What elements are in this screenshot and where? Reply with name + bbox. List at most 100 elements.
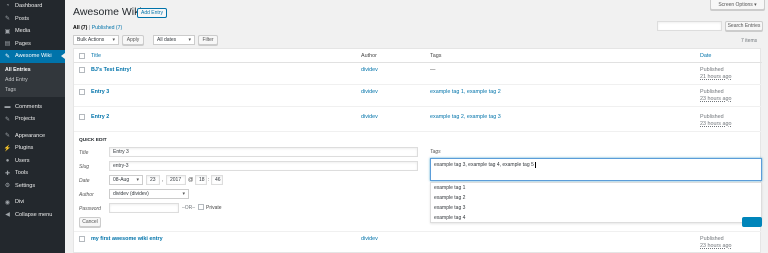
pin-icon: ✎: [4, 16, 11, 23]
sidebar-item-label: Dashboard: [15, 3, 43, 10]
row-checkbox[interactable]: [79, 236, 85, 242]
sidebar-item-dashboard[interactable]: ◔ Dashboard: [0, 0, 65, 13]
password-label: Password: [79, 206, 101, 212]
entry-author-link[interactable]: dividev: [361, 114, 378, 120]
add-entry-button[interactable]: Add Entry: [137, 8, 167, 18]
entry-title-link[interactable]: my first awesome wiki entry: [91, 236, 163, 242]
entries-table: Title Author Tags Date BJ's Test Entry! …: [73, 48, 762, 253]
minute-input[interactable]: 46: [211, 175, 223, 185]
screen-options-button[interactable]: Screen Options ▾: [710, 0, 765, 10]
sidebar-item-settings[interactable]: ⚙ Settings: [0, 180, 65, 193]
entry-title-link[interactable]: BJ's Test Entry!: [91, 67, 131, 73]
sidebar-item-label: Tools: [15, 170, 29, 177]
hour-input[interactable]: 18: [195, 175, 207, 185]
sidebar-item-label: Comments: [15, 103, 43, 110]
sidebar-item-plugins[interactable]: ⚡ Plugins: [0, 142, 65, 155]
apply-button[interactable]: Apply: [122, 35, 144, 45]
divi-icon: ◉: [4, 199, 11, 206]
status-filters: All (7) | Published (7): [73, 25, 122, 31]
day-input[interactable]: 23: [146, 175, 160, 185]
sidebar-item-pages[interactable]: ▤ Pages: [0, 38, 65, 51]
entry-title-link[interactable]: Entry 2: [91, 114, 109, 120]
sidebar-item-label: Settings: [15, 182, 36, 189]
entry-tags[interactable]: example tag 2, example tag 3: [430, 114, 501, 120]
sidebar-item-collapse-menu[interactable]: ◀ Collapse menu: [0, 209, 65, 222]
filter-published[interactable]: Published (7): [92, 25, 123, 31]
update-button[interactable]: [742, 217, 762, 227]
collapse-icon: ◀: [5, 212, 10, 219]
title-input[interactable]: Entry 3: [109, 147, 418, 157]
row-checkbox[interactable]: [79, 67, 85, 73]
plugins-icon: ⚡: [3, 145, 12, 152]
appearance-icon: ✎: [4, 133, 11, 140]
search-input[interactable]: [657, 21, 722, 31]
settings-icon: ⚙: [4, 183, 11, 190]
row-checkbox[interactable]: [79, 89, 85, 95]
bulk-actions-select[interactable]: Bulk Actions: [73, 35, 119, 45]
filter-button[interactable]: Filter: [198, 35, 218, 45]
private-label: Private: [206, 205, 222, 211]
submenu-tags[interactable]: Tags: [0, 85, 65, 95]
entry-tags[interactable]: example tag 1, example tag 2: [430, 89, 501, 95]
tools-icon: ✚: [4, 170, 11, 177]
sidebar-item-label: Projects: [15, 116, 36, 123]
entry-status: Published: [700, 89, 724, 95]
entry-status: Published: [700, 67, 724, 73]
tags-label: Tags: [430, 149, 441, 155]
tag-suggestion-item[interactable]: example tag 1: [431, 183, 761, 193]
submenu-all-entries[interactable]: All Entries: [0, 65, 65, 75]
submenu-add-entry[interactable]: Add Entry: [0, 75, 65, 85]
sidebar-item-appearance[interactable]: ✎ Appearance: [0, 130, 65, 143]
entry-status: Published: [700, 236, 724, 242]
dates-select[interactable]: All dates: [153, 35, 195, 45]
sidebar-item-comments[interactable]: ▬ Comments: [0, 101, 65, 114]
column-tags-header: Tags: [430, 53, 442, 59]
date-label: Date: [79, 178, 90, 184]
sidebar-item-label: Plugins: [15, 145, 34, 152]
entry-author-link[interactable]: dividev: [361, 89, 378, 95]
or-text: –OR–: [182, 205, 196, 211]
entry-author-link[interactable]: dividev: [361, 67, 378, 73]
sidebar-item-label: Users: [15, 157, 30, 164]
tag-suggestion-item[interactable]: example tag 2: [431, 193, 761, 203]
private-checkbox[interactable]: [198, 204, 204, 210]
sidebar-item-media[interactable]: ▣ Media: [0, 25, 65, 38]
tag-suggestion-item[interactable]: example tag 3: [431, 203, 761, 213]
password-input[interactable]: [109, 203, 179, 213]
column-date-header[interactable]: Date: [700, 53, 711, 59]
text-cursor: [534, 162, 536, 168]
filter-all[interactable]: All (7): [73, 25, 87, 31]
month-select[interactable]: 08-Aug: [109, 175, 143, 185]
sidebar-item-label: Collapse menu: [15, 211, 53, 218]
cancel-button[interactable]: Cancel: [79, 217, 101, 227]
main-content: Awesome Wiki Add Entry Screen Options ▾ …: [65, 0, 768, 253]
tag-suggestions: example tag 1 example tag 2 example tag …: [430, 182, 762, 223]
year-input[interactable]: 2017: [166, 175, 186, 185]
sidebar-item-users[interactable]: ● Users: [0, 155, 65, 168]
items-count: 7 items: [741, 38, 758, 44]
entry-time: 21 hours ago: [700, 74, 732, 80]
sidebar-item-tools[interactable]: ✚ Tools: [0, 167, 65, 180]
sidebar-item-divi[interactable]: ◉ Divi: [0, 196, 65, 209]
wiki-icon: ✎: [4, 53, 11, 60]
sidebar-item-awesome-wiki[interactable]: ✎ Awesome Wiki: [0, 50, 65, 63]
tag-suggestion-item[interactable]: example tag 4: [431, 213, 761, 223]
entry-time: 23 hours ago: [700, 243, 732, 249]
sidebar-item-projects[interactable]: ✎ Projects: [0, 113, 65, 126]
row-checkbox[interactable]: [79, 114, 85, 120]
column-title-header[interactable]: Title: [91, 53, 101, 59]
page-title: Awesome Wiki: [73, 6, 142, 18]
wiki-submenu: All Entries Add Entry Tags: [0, 62, 65, 97]
media-icon: ▣: [4, 28, 11, 35]
search-entries-button[interactable]: Search Entries: [725, 21, 763, 31]
entry-author-link[interactable]: dividev: [361, 236, 378, 242]
quick-edit-heading: QUICK EDIT: [79, 138, 107, 143]
select-all-checkbox[interactable]: [79, 53, 85, 59]
sidebar-item-posts[interactable]: ✎ Posts: [0, 13, 65, 26]
entry-title-link[interactable]: Entry 3: [91, 89, 109, 95]
tags-textarea[interactable]: example tag 3, example tag 4, example ta…: [430, 158, 762, 181]
tags-textarea-value: example tag 3, example tag 4, example ta…: [434, 162, 534, 168]
author-select[interactable]: dividev (dividev): [109, 189, 189, 199]
slug-input[interactable]: entry-3: [109, 161, 418, 171]
sidebar-item-label: Appearance: [15, 132, 46, 139]
